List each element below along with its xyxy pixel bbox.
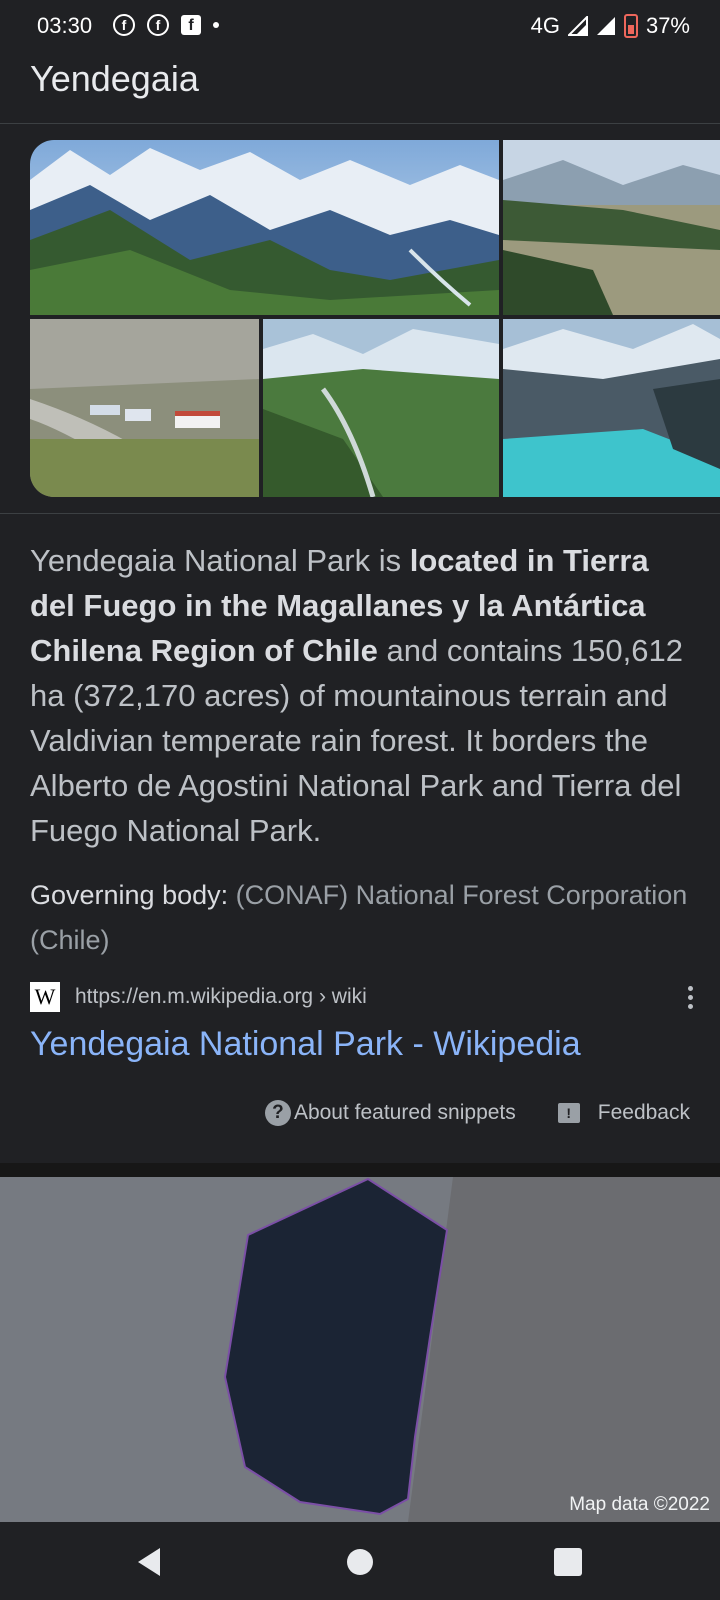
image-thumbnail[interactable] <box>503 140 720 315</box>
about-featured-snippets-link[interactable]: About featured snippets <box>294 1101 516 1125</box>
more-options-icon[interactable] <box>680 986 700 1012</box>
network-type: 4G <box>530 13 560 38</box>
more-notifications-dot-icon <box>213 22 219 28</box>
image-thumbnail[interactable] <box>503 319 720 497</box>
facebook-messenger-icon-2: f <box>147 14 169 36</box>
section-separator <box>0 1163 720 1177</box>
notification-icons: f f f <box>113 14 219 36</box>
governing-body: Governing body: (CONAF) National Forest … <box>30 873 690 963</box>
battery-icon <box>623 14 638 38</box>
featured-snippet-text: Yendegaia National Park is located in Ti… <box>30 538 690 853</box>
section-divider <box>0 513 720 514</box>
wikipedia-logo-icon: W <box>30 982 60 1012</box>
map-preview[interactable]: Map data ©2022 <box>0 1177 720 1522</box>
map-attribution: Map data ©2022 <box>569 1494 710 1515</box>
help-icon[interactable]: ? <box>264 1100 291 1126</box>
status-bar: 03:30 f f f 4G 37% <box>0 0 720 52</box>
facebook-icon: f <box>181 15 201 35</box>
source-row: W https://en.m.wikipedia.org › wiki <box>30 982 700 1014</box>
snippet-footer: ? About featured snippets ! Feedback <box>264 1100 690 1126</box>
image-thumbnail[interactable] <box>30 319 259 497</box>
home-icon[interactable] <box>340 1542 380 1582</box>
navigation-bar <box>0 1522 720 1600</box>
governing-body-label: Governing body: <box>30 880 229 910</box>
recents-icon[interactable] <box>548 1542 588 1582</box>
signal-icon-2 <box>596 17 615 35</box>
snippet-text-start: Yendegaia National Park is <box>30 543 410 578</box>
page-title: Yendegaia <box>30 58 199 99</box>
status-time: 03:30 <box>37 13 93 38</box>
facebook-messenger-icon: f <box>113 14 135 36</box>
feedback-icon[interactable]: ! <box>557 1103 580 1123</box>
status-indicators: 4G 37% <box>531 13 690 39</box>
battery-percent: 37% <box>645 13 690 38</box>
back-icon[interactable] <box>130 1542 170 1582</box>
image-thumbnail[interactable] <box>263 319 499 497</box>
header-divider <box>0 123 720 124</box>
feedback-link[interactable]: Feedback <box>598 1101 690 1125</box>
image-carousel[interactable] <box>30 140 720 497</box>
map-canvas[interactable] <box>0 1177 720 1522</box>
signal-icon <box>567 16 588 36</box>
result-title-link[interactable]: Yendegaia National Park - Wikipedia <box>30 1025 581 1064</box>
image-thumbnail[interactable] <box>30 140 499 315</box>
source-url[interactable]: https://en.m.wikipedia.org › wiki <box>75 985 367 1009</box>
